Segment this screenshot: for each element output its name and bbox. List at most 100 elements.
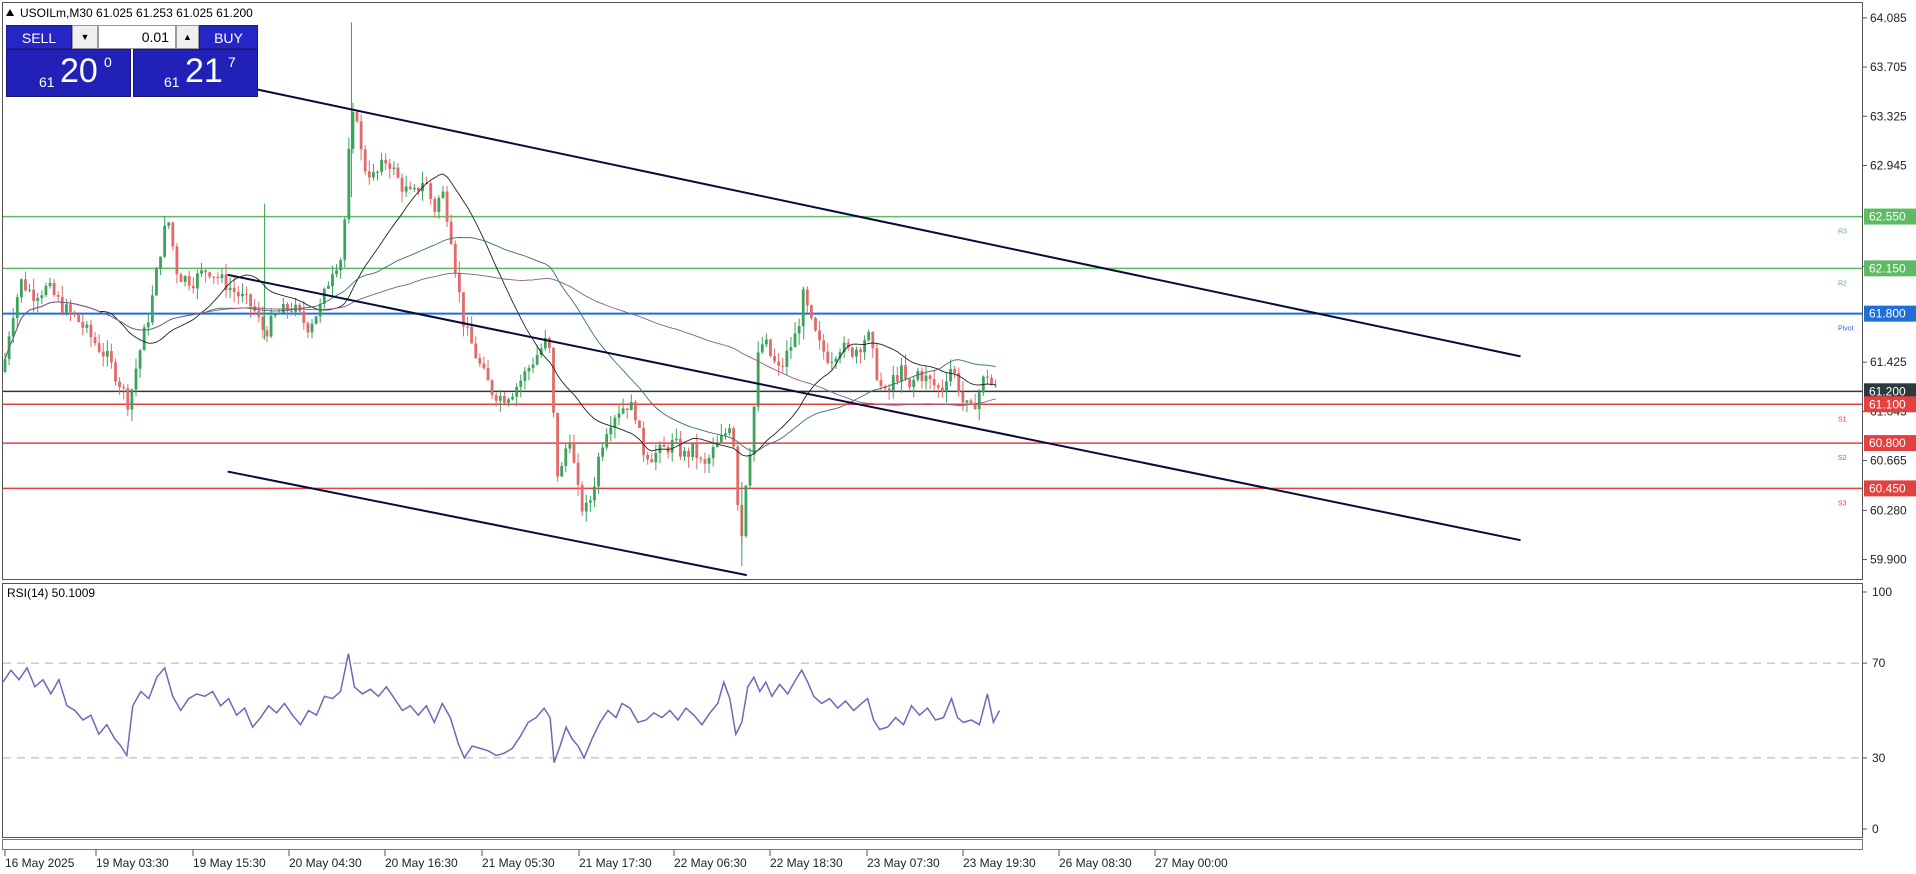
candle-body	[200, 270, 203, 274]
candle-body	[928, 375, 932, 380]
candle-body	[73, 312, 76, 315]
price-tick-label: 59.900	[1870, 553, 1907, 567]
candle-body	[703, 459, 707, 464]
sell-button[interactable]: SELL	[6, 25, 72, 49]
candle-body	[322, 288, 326, 304]
main-plot-frame	[2, 2, 1863, 580]
candle-body	[159, 256, 162, 269]
time-tick-label: 22 May 06:30	[674, 856, 747, 870]
time-tick-label: 27 May 00:00	[1155, 856, 1228, 870]
level-price-label: 60.800	[1869, 436, 1906, 450]
candle-body	[179, 274, 183, 282]
candle-body	[15, 297, 19, 319]
candle-body	[486, 368, 490, 381]
candle-body	[335, 270, 338, 275]
candle-body	[936, 385, 940, 388]
time-tick-label: 23 May 19:30	[963, 856, 1036, 870]
candle-body	[437, 197, 441, 212]
candle-body	[97, 343, 101, 352]
candle-body	[118, 381, 122, 387]
buy-button[interactable]: BUY	[199, 25, 258, 49]
level-tag-label: R2	[1838, 280, 1847, 287]
candle-body	[363, 149, 367, 172]
one-click-trading-panel: SELL ▼ ▲ BUY 61 20 0 61 21 7	[6, 25, 258, 97]
candle-body	[32, 289, 36, 301]
candle-body	[105, 351, 109, 357]
level-price-label: 62.150	[1869, 261, 1906, 275]
candle-body	[404, 186, 408, 192]
candle-body	[482, 363, 486, 369]
candle-body	[572, 443, 576, 463]
buy-price-main: 21	[185, 52, 223, 90]
candle-body	[449, 221, 453, 244]
candle-body	[535, 355, 539, 365]
candle-body	[216, 276, 220, 279]
time-tick-label: 16 May 2025	[5, 856, 75, 870]
candle-body	[351, 112, 355, 149]
lot-increase-button[interactable]: ▲	[176, 25, 199, 49]
trading-chart[interactable]: 64.08563.70563.32562.94562.16561.42561.0…	[0, 0, 1916, 874]
bottom-strip	[2, 839, 1863, 850]
candle-body	[28, 289, 31, 291]
candle-body	[355, 112, 359, 122]
candle-body	[44, 285, 48, 296]
candle-body	[879, 379, 883, 387]
candle-body	[265, 330, 269, 337]
candle-body	[48, 282, 52, 286]
lot-size-input[interactable]	[98, 25, 176, 49]
level-price-label: 61.200	[1869, 384, 1906, 398]
candle-body	[396, 167, 400, 178]
candle-body	[777, 361, 781, 366]
candle-body	[56, 295, 60, 297]
price-tick-label: 61.425	[1870, 355, 1907, 369]
candle-body	[548, 337, 551, 348]
candle-body	[646, 454, 650, 460]
candle-body	[433, 199, 437, 212]
sell-price-sup: 0	[104, 54, 112, 70]
candle-body	[343, 219, 347, 261]
time-tick-label: 22 May 18:30	[770, 856, 843, 870]
candle-body	[994, 385, 997, 387]
candle-body	[629, 402, 633, 411]
time-tick-label: 19 May 03:30	[96, 856, 169, 870]
candle-body	[609, 427, 613, 435]
candle-body	[744, 485, 748, 537]
candle-body	[789, 347, 793, 351]
price-tick-label: 62.945	[1870, 158, 1907, 172]
candle-body	[977, 392, 981, 410]
candle-body	[183, 276, 187, 282]
lot-decrease-button[interactable]: ▼	[72, 25, 98, 49]
candle-body	[69, 304, 72, 313]
rsi-tick-label: 70	[1872, 656, 1886, 670]
sell-price-quote[interactable]: 61 20 0	[6, 49, 131, 97]
candle-body	[81, 321, 85, 328]
candle-body	[805, 289, 809, 306]
candle-body	[924, 375, 928, 382]
candle-body	[142, 327, 146, 351]
candle-body	[724, 433, 727, 436]
candle-body	[400, 177, 404, 192]
candle-body	[380, 159, 383, 172]
candle-body	[187, 276, 191, 286]
time-tick-label: 21 May 17:30	[579, 856, 652, 870]
candle-body	[945, 381, 948, 392]
candle-body	[339, 260, 343, 271]
candle-body	[155, 268, 158, 296]
candle-body	[809, 305, 813, 319]
candle-body	[953, 368, 957, 374]
candle-body	[40, 295, 44, 299]
buy-price-quote[interactable]: 61 21 7	[133, 49, 258, 97]
candle-body	[830, 361, 834, 363]
candle-body	[146, 322, 150, 328]
candle-body	[859, 349, 862, 353]
candle-body	[670, 440, 674, 453]
candle-body	[462, 292, 465, 327]
candle-body	[212, 276, 216, 278]
candle-body	[695, 443, 699, 459]
time-tick-label: 20 May 04:30	[289, 856, 362, 870]
candle-body	[281, 304, 285, 313]
candle-body	[388, 163, 392, 169]
candle-body	[728, 428, 731, 434]
candle-body	[232, 287, 236, 292]
candle-body	[93, 337, 97, 344]
